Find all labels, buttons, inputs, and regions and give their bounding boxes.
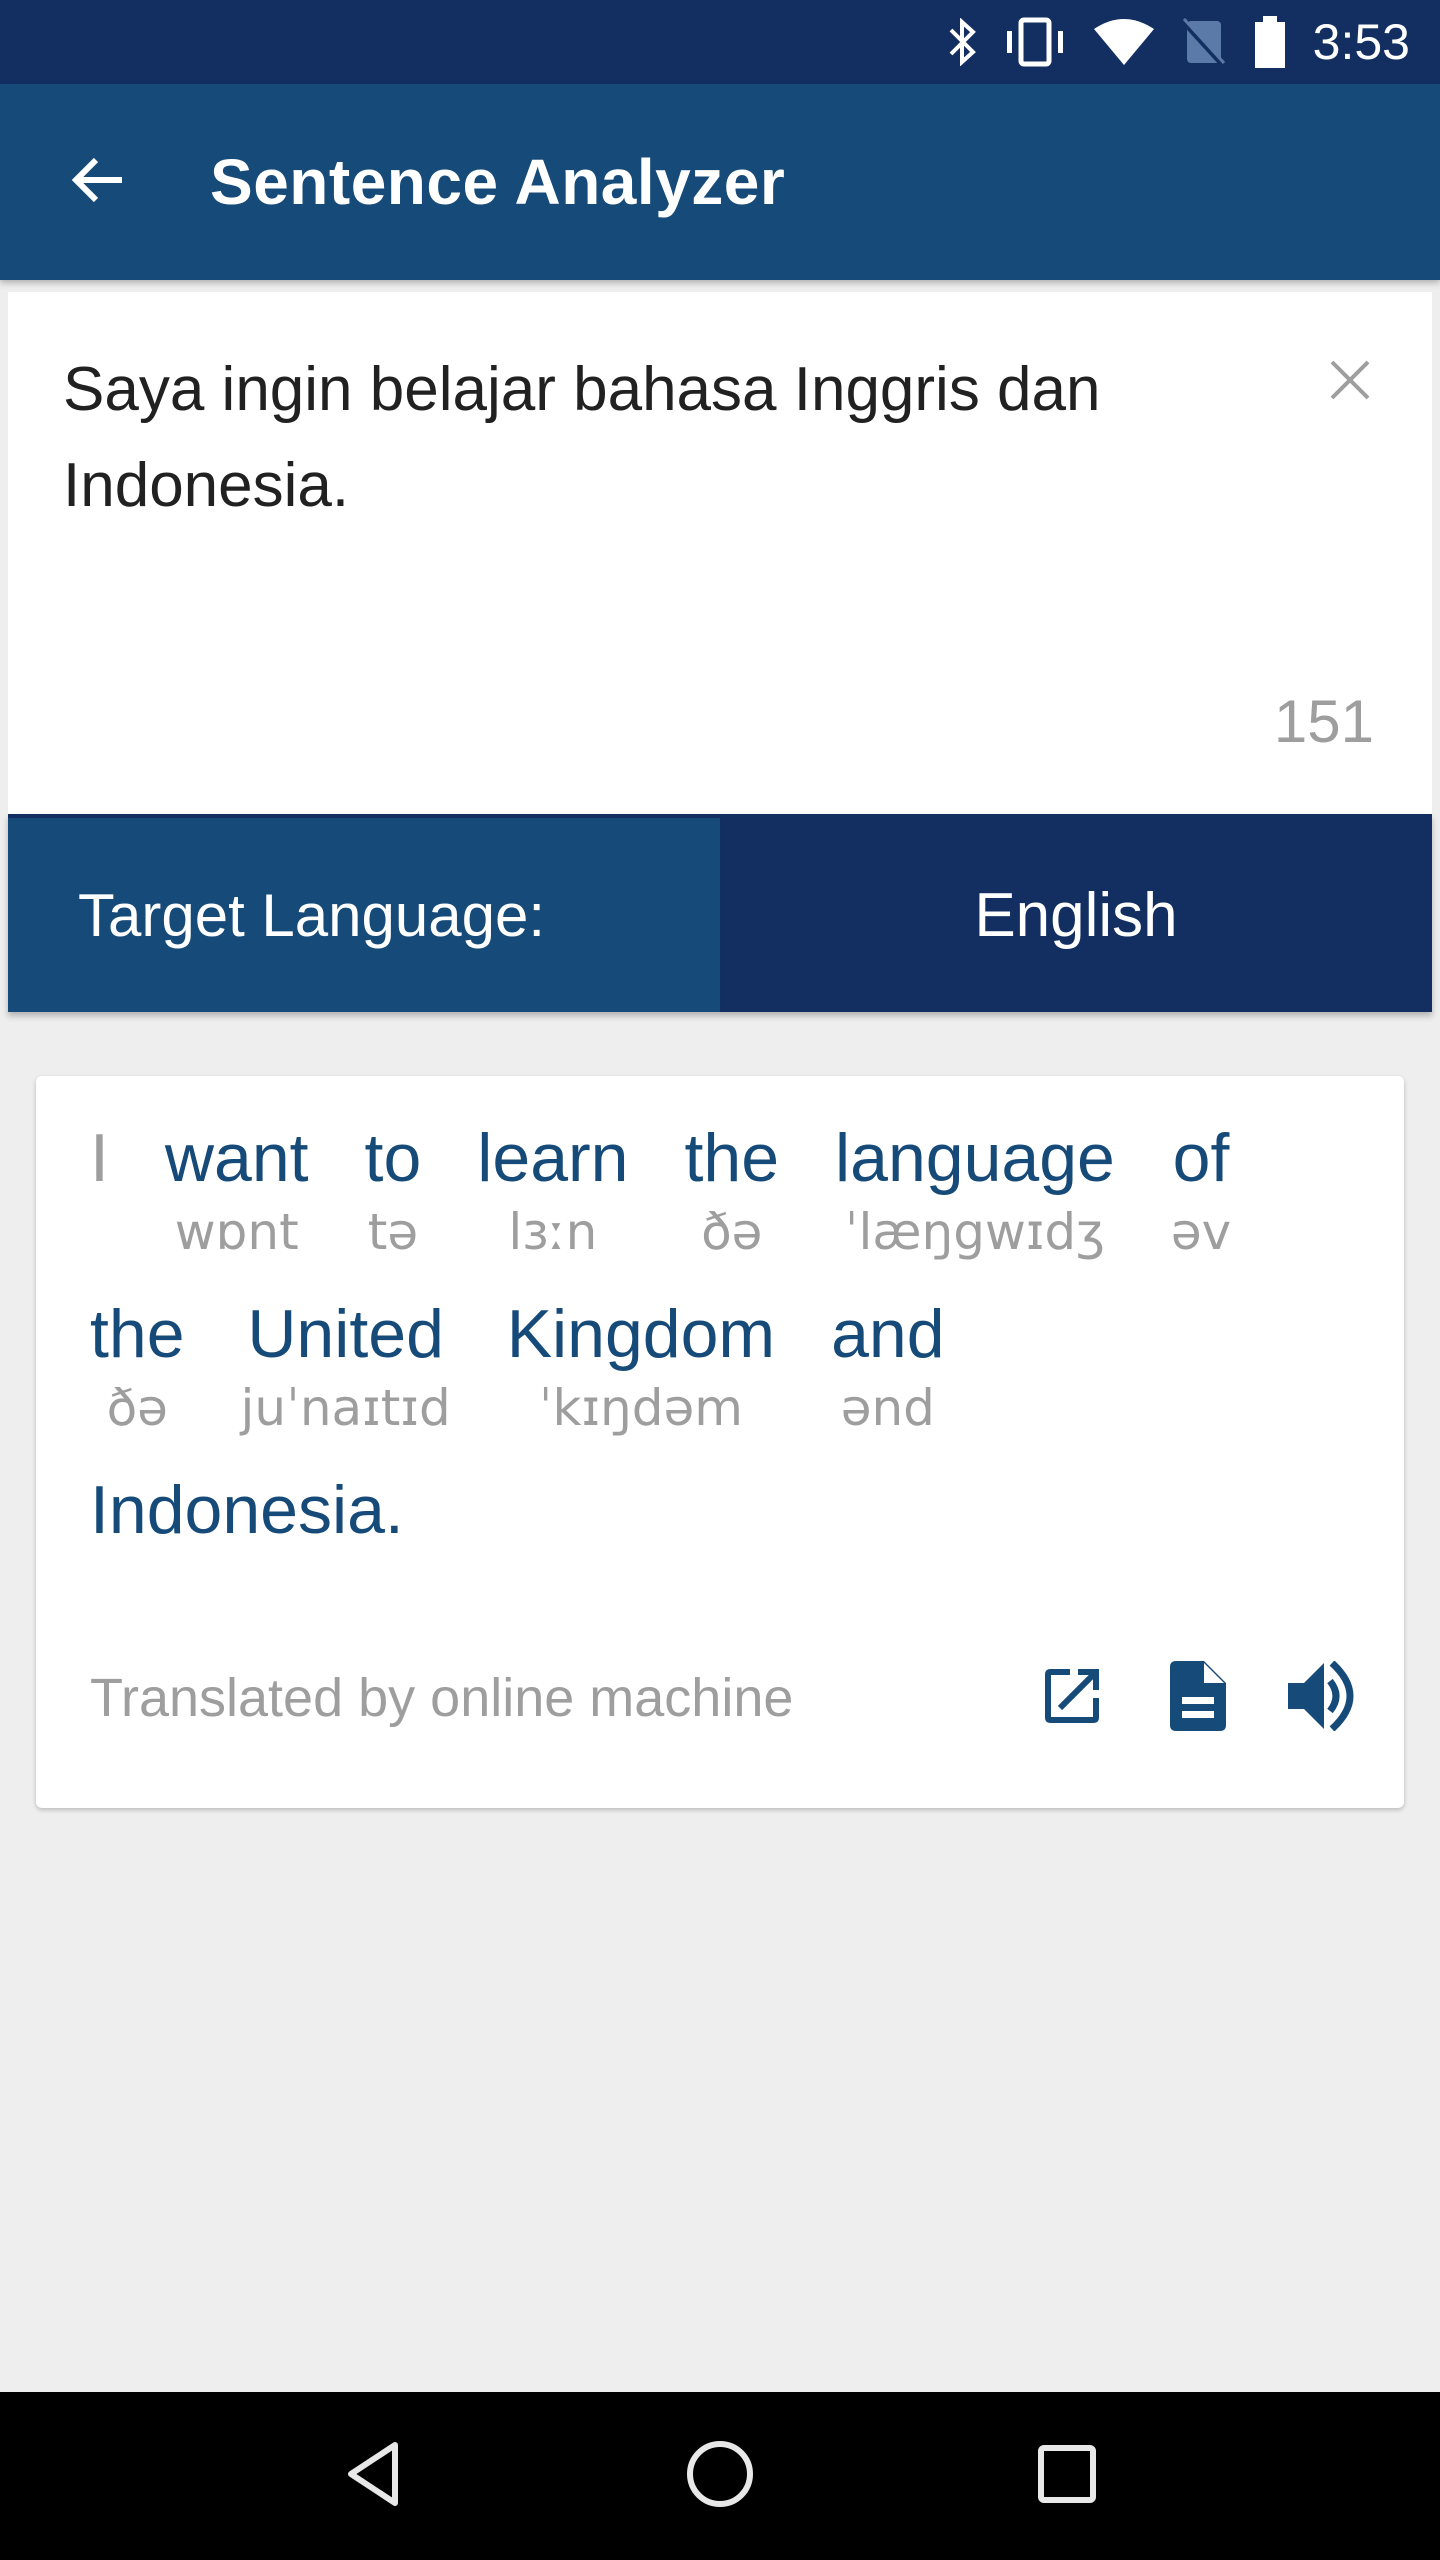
result-footer: Translated by online machine (90, 1648, 1364, 1748)
word-item[interactable]: and ənd (831, 1292, 944, 1448)
word-ipa: ðə (106, 1379, 168, 1437)
app-bar: Sentence Analyzer (0, 84, 1440, 280)
battery-icon (1253, 12, 1287, 72)
word-ipa: ðə (701, 1203, 763, 1261)
sentence-input[interactable]: Saya ingin belajar bahasa Inggris dan In… (63, 342, 1243, 534)
word-ipa: ˈlæŋgwɪdʒ (844, 1203, 1106, 1261)
word-text: and (831, 1296, 945, 1372)
word-item[interactable]: the ðə (90, 1292, 185, 1448)
word-item[interactable]: learn lɜːn (477, 1116, 628, 1272)
home-circle-icon (686, 2440, 754, 2513)
word-text: I (90, 1120, 109, 1196)
word-text: learn (477, 1120, 629, 1196)
word-item[interactable]: Indonesia. (90, 1468, 1370, 1624)
word-item[interactable]: language ˈlæŋgwɪdʒ (835, 1116, 1115, 1272)
translation-result-card: I want wɒnt to tə learn lɜːn the ðə language… (36, 1076, 1404, 1808)
close-icon (1328, 358, 1372, 407)
no-sim-icon (1180, 12, 1227, 72)
word-text: Indonesia. (90, 1472, 404, 1548)
word-text: United (247, 1296, 444, 1372)
clear-button[interactable] (1320, 352, 1380, 412)
word-ipa: lɜːn (508, 1203, 598, 1261)
word-ipa: juˈnaɪtɪd (240, 1379, 451, 1437)
input-card: Saya ingin belajar bahasa Inggris dan In… (8, 292, 1432, 814)
word-item[interactable]: of əv (1171, 1116, 1231, 1272)
nav-home-button[interactable] (660, 2416, 780, 2536)
word-item[interactable]: to tə (365, 1116, 422, 1272)
word-text: to (364, 1120, 422, 1196)
open-external-button[interactable] (1032, 1658, 1112, 1738)
word-ipa: ənd (840, 1379, 935, 1437)
status-bar: 3:53 (0, 0, 1440, 84)
word-ipa: tə (367, 1203, 419, 1261)
nav-back-button[interactable] (313, 2416, 433, 2536)
word-text: Kingdom (506, 1296, 776, 1372)
bluetooth-icon (947, 12, 977, 72)
target-language-selector[interactable]: English (720, 818, 1432, 1012)
speaker-icon (1288, 1659, 1360, 1736)
document-button[interactable] (1158, 1658, 1238, 1738)
open-external-icon (1044, 1668, 1100, 1729)
target-language-bar: Target Language: English (8, 814, 1432, 1012)
word-list: I want wɒnt to tə learn lɜːn the ðə language… (90, 1116, 1370, 1624)
document-icon (1170, 1660, 1226, 1736)
page-title: Sentence Analyzer (210, 146, 786, 218)
recents-square-icon (1037, 2444, 1097, 2509)
wifi-icon (1093, 12, 1155, 72)
word-item[interactable]: Kingdom ˈkɪŋdəm (507, 1292, 775, 1448)
nav-recents-button[interactable] (1007, 2416, 1127, 2536)
word-item[interactable]: United juˈnaɪtɪd (241, 1292, 451, 1448)
back-button[interactable] (48, 132, 148, 232)
word-item[interactable]: I (90, 1116, 109, 1272)
word-text: the (684, 1120, 780, 1196)
clock: 3:53 (1312, 14, 1410, 70)
word-ipa: əv (1170, 1203, 1232, 1261)
word-ipa: wɒnt (174, 1203, 299, 1261)
vibrate-icon (1003, 12, 1067, 72)
arrow-back-icon (68, 150, 128, 215)
word-text: the (90, 1296, 185, 1372)
speak-button[interactable] (1284, 1658, 1364, 1738)
target-language-label: Target Language: (8, 818, 720, 1012)
system-nav-bar (0, 2392, 1440, 2560)
word-text: language (835, 1120, 1115, 1196)
character-count: 151 (1273, 688, 1374, 755)
word-text: of (1172, 1120, 1230, 1196)
word-ipa: ˈkɪŋdəm (538, 1379, 743, 1437)
word-text: want (164, 1120, 309, 1196)
word-item[interactable]: the ðə (684, 1116, 779, 1272)
translation-credit: Translated by online machine (90, 1668, 794, 1728)
back-triangle-icon (343, 2441, 403, 2512)
word-item[interactable]: want wɒnt (165, 1116, 309, 1272)
